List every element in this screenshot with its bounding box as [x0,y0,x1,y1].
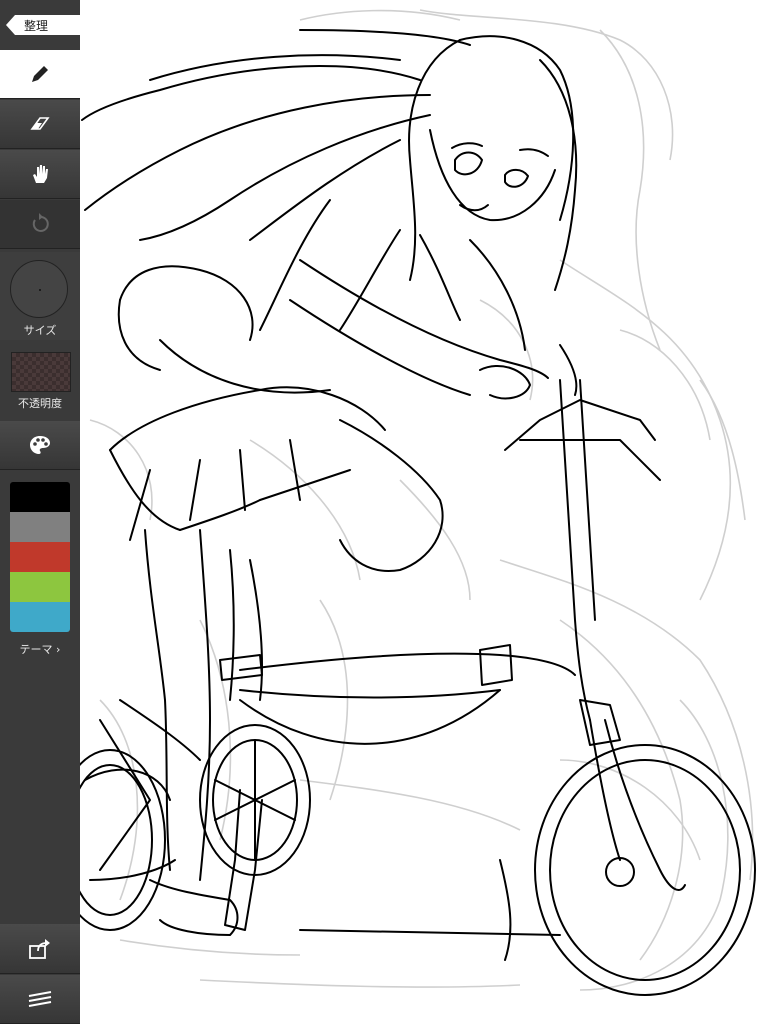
size-label: サイズ [23,324,57,337]
share-icon [29,938,50,959]
back-button-label: 整理 [24,19,49,33]
chevron-right-icon: › [56,643,61,656]
theme-label: テーマ [19,643,53,656]
hand-icon [33,165,48,183]
brush-size-dot [39,289,41,291]
tool-sidebar: 整理 サイズ 不透明度 テーマ › [0,0,80,1024]
pen-tool-button[interactable] [0,50,80,99]
color-swatch-4[interactable] [10,572,70,602]
palette-icon [30,436,50,454]
layers-icon [28,991,52,1007]
drawing-canvas[interactable] [80,0,768,1024]
undo-icon [32,213,49,232]
eraser-icon [30,117,50,130]
brush-size-control[interactable]: サイズ [0,252,80,340]
pen-icon [32,66,48,82]
color-swatch-3[interactable] [10,542,70,572]
palette-button[interactable] [0,421,80,470]
color-swatches [10,482,70,632]
brush-size-preview [10,260,68,318]
eraser-tool-button[interactable] [0,100,80,149]
back-button[interactable]: 整理 [6,15,80,35]
opacity-control[interactable] [11,352,71,392]
color-swatch-1[interactable] [10,482,70,512]
share-button[interactable] [0,924,80,974]
undo-button[interactable] [0,200,80,249]
hand-tool-button[interactable] [0,150,80,199]
theme-button[interactable]: テーマ › [0,641,80,657]
color-swatch-5[interactable] [10,602,70,632]
layers-button[interactable] [0,975,80,1024]
color-swatch-2[interactable] [10,512,70,542]
opacity-label: 不透明度 [18,397,62,410]
